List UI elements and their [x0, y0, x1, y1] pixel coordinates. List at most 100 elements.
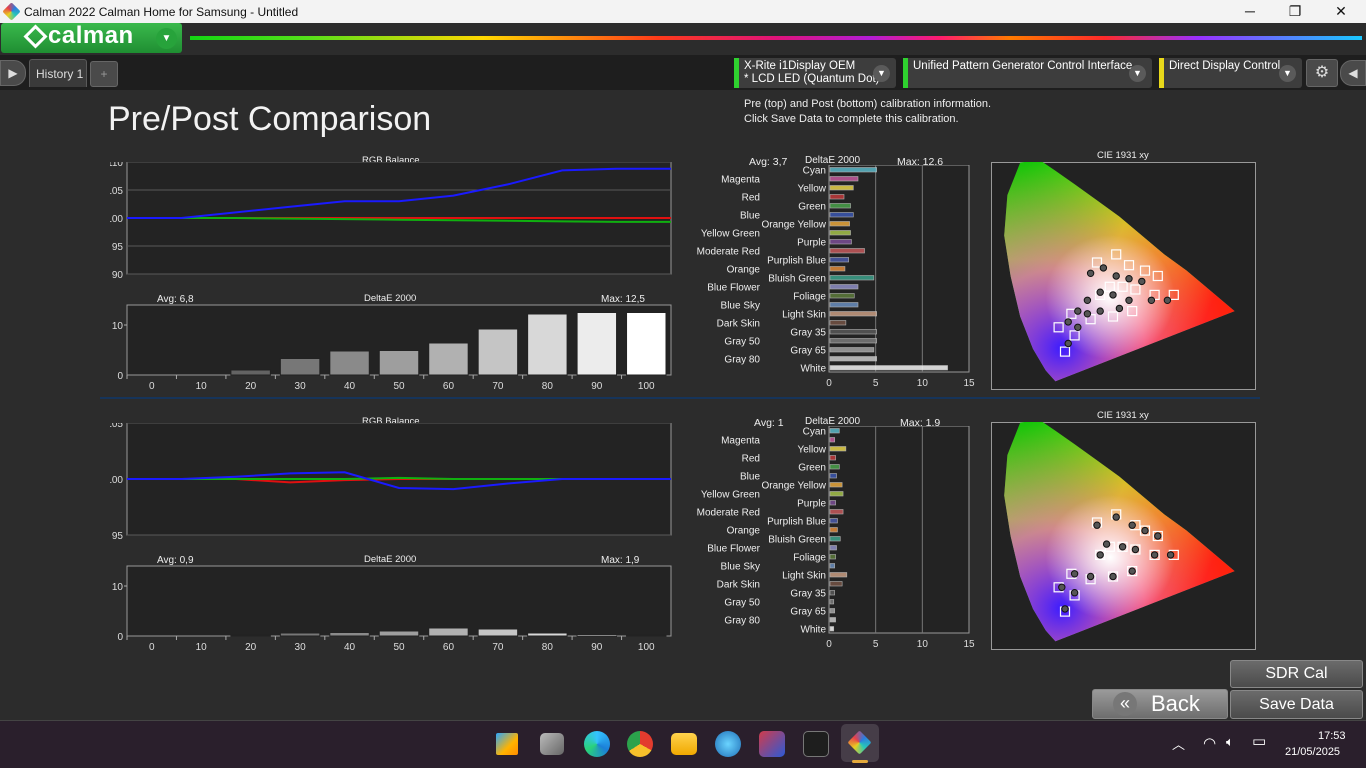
close-button[interactable]: ✕	[1318, 0, 1364, 23]
post-cc-category-label: Blue	[740, 472, 760, 483]
pre-cie-measured-point	[1125, 275, 1133, 283]
post-cie-measured-point	[1112, 513, 1120, 521]
add-tab-button[interactable]: +	[90, 61, 118, 87]
post-cc-plot-area	[828, 426, 970, 634]
chrome-browser-icon[interactable]	[627, 731, 653, 757]
post-cc-category-label: Purplish Blue	[767, 517, 826, 528]
start-menu-icon[interactable]	[496, 733, 518, 755]
page-title: Pre/Post Comparison	[108, 100, 432, 138]
pre-cie-chart	[991, 162, 1256, 390]
tab-history-1[interactable]: History 1	[29, 59, 87, 87]
pre-cc-category-label: Foliage	[793, 292, 826, 303]
post-rgb-ytick-label: 95	[112, 531, 124, 542]
pre-cie-measured-point	[1099, 264, 1108, 272]
pre-cc-bar	[829, 221, 850, 227]
post-cc-category-label: Yellow Green	[701, 490, 760, 501]
active-app-indicator	[852, 760, 868, 763]
volume-muted-icon[interactable]: 🔈︎	[1226, 734, 1234, 750]
rainbow-divider	[190, 36, 1362, 40]
post-cc-category-label: Dark Skin	[717, 580, 760, 591]
pre-rgb-ytick-label: 100	[110, 214, 123, 225]
back-button[interactable]: « Back	[1092, 689, 1228, 719]
file-explorer-icon[interactable]	[671, 733, 697, 755]
post-cc-category-label: Yellow	[797, 445, 826, 456]
tray-chevron-icon[interactable]: ︿	[1172, 734, 1185, 753]
post-cc-bar	[829, 545, 837, 551]
clock-date[interactable]: 21/05/2025	[1285, 746, 1340, 758]
save-data-label: Save Data	[1259, 696, 1334, 713]
pre-cc-category-label: Gray 65	[790, 346, 826, 357]
task-view-icon[interactable]	[540, 733, 564, 755]
battery-icon[interactable]: ▭	[1252, 732, 1266, 750]
meter-status-bar	[734, 58, 739, 88]
section-divider	[100, 397, 1260, 399]
terminal-icon[interactable]	[803, 731, 829, 757]
post-cc-bar	[829, 608, 835, 614]
pre-cc-xtick-label: 15	[963, 378, 975, 389]
pre-cc-bar	[829, 311, 877, 317]
post-cie-measured-point	[1086, 572, 1095, 581]
pre-rgb-ytick-label: 95	[112, 242, 124, 253]
post-cc-bar	[829, 527, 838, 533]
collapse-right-button[interactable]: ◀	[1340, 60, 1366, 86]
post-cie-measured-point	[1070, 589, 1079, 597]
post-cc-bar	[829, 446, 847, 452]
pre-cc-xtick-label: 5	[873, 378, 879, 389]
post-cc-bar	[829, 464, 840, 470]
pre-cc-category-label: Magenta	[721, 175, 760, 186]
calman-logo-icon	[23, 24, 48, 49]
pre-cc-bar	[829, 356, 877, 362]
post-cc-category-label: Gray 80	[724, 616, 760, 627]
calman-menu-button[interactable]: calman ▼	[1, 22, 182, 53]
post-cie-chart	[991, 422, 1256, 650]
post-cc-category-label: Foliage	[793, 553, 826, 564]
pre-rgb-ytick-label: 90	[112, 270, 124, 281]
pre-cc-category-label: Dark Skin	[717, 319, 760, 330]
pre-cie-measured-point	[1109, 291, 1117, 299]
pre-cie-title: CIE 1931 xy	[1097, 150, 1149, 161]
play-arrow-icon: ▶	[8, 66, 18, 80]
pre-cc-bar	[829, 347, 875, 353]
pre-cc-category-label: Moderate Red	[697, 247, 760, 258]
post-cie-measured-point	[1109, 572, 1117, 581]
chevron-down-icon: ▼	[1129, 65, 1146, 82]
display-control-selector[interactable]: Direct Display Control ▼	[1159, 58, 1302, 88]
meter-device-selector[interactable]: X-Rite i1Display OEM * LCD LED (Quantum …	[734, 58, 896, 88]
post-de-bar	[279, 632, 321, 637]
expand-left-button[interactable]: ▶	[0, 60, 26, 86]
settings-button[interactable]: ⚙	[1306, 59, 1338, 87]
pre-cc-category-label: Bluish Green	[768, 274, 826, 285]
post-cc-bar	[829, 428, 840, 434]
post-de-bar	[230, 634, 271, 637]
remote-app-icon[interactable]	[759, 731, 785, 757]
post-cie-measured-point	[1128, 567, 1136, 575]
pre-cc-xtick-label: 0	[826, 378, 832, 389]
minimize-button[interactable]: ─	[1227, 0, 1273, 23]
post-cc-category-label: Magenta	[721, 436, 760, 447]
sdr-cal-button[interactable]: SDR Cal	[1230, 660, 1363, 688]
restore-button[interactable]: ❐	[1272, 0, 1318, 23]
pre-cc-category-label: Cyan	[803, 166, 826, 177]
post-cie-measured-point	[1061, 605, 1069, 613]
sdr-cal-label: SDR Cal	[1265, 665, 1328, 682]
pre-cie-measured-point	[1074, 307, 1082, 315]
pre-cc-bar	[829, 266, 846, 272]
paint-app-icon[interactable]	[715, 731, 741, 757]
clock-time[interactable]: 17:53	[1318, 730, 1346, 742]
post-cc-bar	[829, 554, 836, 560]
edge-browser-icon[interactable]	[584, 731, 610, 757]
pre-cc-category-label: Red	[742, 193, 760, 204]
pre-de-bar	[428, 342, 469, 376]
pre-cie-measured-point	[1096, 288, 1104, 296]
post-cc-xtick-label: 15	[963, 639, 975, 650]
post-cie-measured-point	[1070, 570, 1079, 578]
gear-icon: ⚙	[1314, 64, 1330, 81]
post-cc-xtick-label: 5	[873, 639, 879, 650]
wifi-icon[interactable]: ◠	[1203, 734, 1216, 752]
pre-cie-measured-point	[1138, 277, 1146, 286]
post-de-xtick-label: 60	[443, 642, 455, 653]
pre-cie-measured-point	[1112, 272, 1120, 280]
pattern-generator-selector[interactable]: Unified Pattern Generator Control Interf…	[903, 58, 1152, 88]
save-data-button[interactable]: Save Data	[1230, 690, 1363, 719]
pre-cc-category-label: Green	[798, 202, 826, 213]
